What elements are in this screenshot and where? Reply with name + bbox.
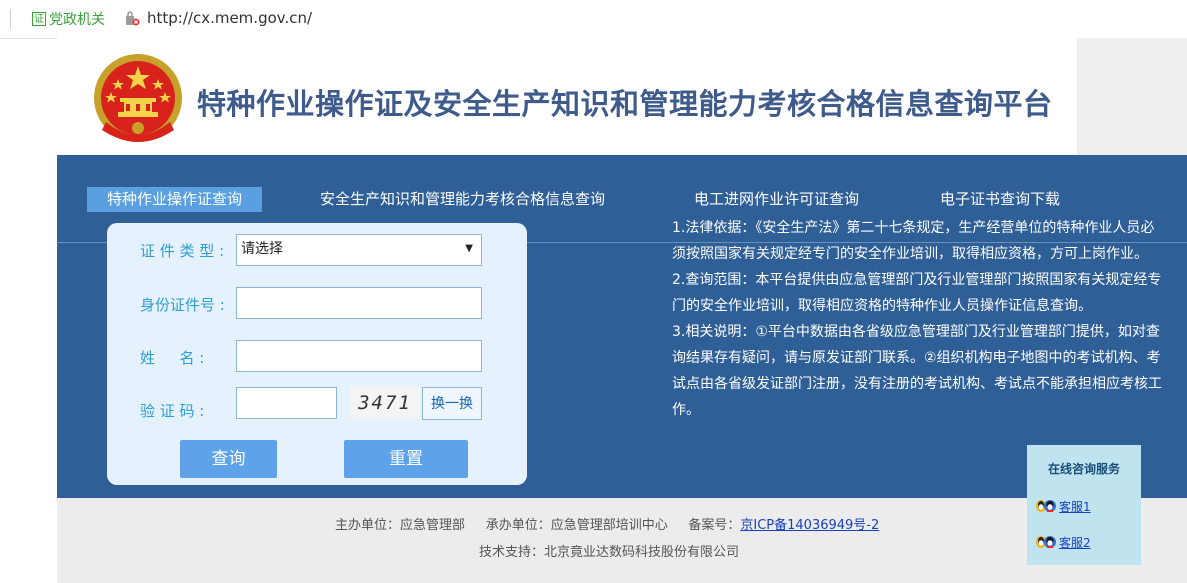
id-number-label: 身份证件号 : xyxy=(140,296,225,314)
national-emblem-icon xyxy=(94,54,182,142)
captcha-input[interactable] xyxy=(236,387,337,419)
toolbar-separator xyxy=(10,9,11,29)
captcha-label: 验 证 码 : xyxy=(140,402,205,420)
page-title: 特种作业操作证及安全生产知识和管理能力考核合格信息查询平台 xyxy=(197,87,1053,121)
query-button[interactable]: 查询 xyxy=(180,440,277,478)
address-bar: 证 党政机关 http://cx.mem.gov.cn/ xyxy=(0,0,1187,39)
cert-type-value: 请选择 xyxy=(241,241,283,257)
header-side-panel xyxy=(1077,38,1187,155)
info-query-scope: 2.查询范围：本平台提供由应急管理部门及行业管理部门按照国家有关规定经专门的安全… xyxy=(672,272,1162,314)
page-footer: 主办单位：应急管理部 承办单位：应急管理部培训中心 备案号：京ICP备14036… xyxy=(57,498,1187,583)
footer-icp-label: 备案号： xyxy=(688,518,741,533)
cert-type-select[interactable]: 请选择 ▼ xyxy=(236,234,482,266)
tab-special-operation-cert[interactable]: 特种作业操作证查询 xyxy=(87,187,263,212)
online-service-panel: 在线咨询服务 客服1 客服2 xyxy=(1027,445,1141,565)
gov-badge-label: 党政机关 xyxy=(49,12,105,28)
service-agent-2[interactable]: 客服2 xyxy=(1035,533,1091,551)
service-agent-2-link[interactable]: 客服2 xyxy=(1059,534,1091,551)
url-text[interactable]: http://cx.mem.gov.cn/ xyxy=(147,9,312,27)
name-input[interactable] xyxy=(236,340,482,372)
tab-electrician-permit[interactable]: 电工进网作业许可证查询 xyxy=(694,187,859,212)
dropdown-arrow-icon: ▼ xyxy=(465,243,473,254)
insecure-site-icon[interactable] xyxy=(124,11,140,27)
name-label: 姓 名 : xyxy=(140,349,205,367)
footer-icp-link[interactable]: 京ICP备14036949号-2 xyxy=(740,518,879,533)
info-legal-basis: 1.法律依据：《安全生产法》第二十七条规定，生产经营单位的特种作业人员必须按照国… xyxy=(672,220,1155,262)
qq-chat-icon xyxy=(1036,536,1056,548)
footer-tech-support: 技术支持：北京竟业达数码科技股份有限公司 xyxy=(479,545,740,560)
tab-bar: 特种作业操作证查询 安全生产知识和管理能力考核合格信息查询 电工进网作业许可证查… xyxy=(57,185,1187,243)
cert-type-label: 证 件 类 型 : xyxy=(140,242,225,260)
gov-site-badge[interactable]: 证 党政机关 xyxy=(32,9,105,29)
info-notes-detail: 3.相关说明：①平台中数据由各省级应急管理部门及行业管理部门提供，如对查询结果存… xyxy=(672,324,1162,418)
reset-button[interactable]: 重置 xyxy=(344,440,468,478)
captcha-image[interactable]: 3471 xyxy=(350,387,420,419)
footer-sponsor: 主办单位：应急管理部 xyxy=(335,518,466,533)
service-agent-1[interactable]: 客服1 xyxy=(1035,497,1091,515)
tab-e-certificate-download[interactable]: 电子证书查询下载 xyxy=(940,187,1060,212)
info-notes: 1.法律依据：《安全生产法》第二十七条规定，生产经营单位的特种作业人员必须按照国… xyxy=(672,215,1162,423)
online-service-title: 在线咨询服务 xyxy=(1047,462,1120,476)
service-agent-1-link[interactable]: 客服1 xyxy=(1059,498,1091,515)
query-form: 证 件 类 型 : 请选择 ▼ 身份证件号 : 姓 名 : 验 证 码 : 34… xyxy=(107,223,527,485)
captcha-refresh-button[interactable]: 换一换 xyxy=(422,387,482,420)
id-number-input[interactable] xyxy=(236,287,482,319)
footer-organizer: 承办单位：应急管理部培训中心 xyxy=(485,518,668,533)
tab-safety-knowledge-assessment[interactable]: 安全生产知识和管理能力考核合格信息查询 xyxy=(320,187,605,212)
footer-credits: 主办单位：应急管理部 承办单位：应急管理部培训中心 备案号：京ICP备14036… xyxy=(335,514,879,533)
qq-chat-icon xyxy=(1036,500,1056,512)
main-panel: 特种作业操作证查询 安全生产知识和管理能力考核合格信息查询 电工进网作业许可证查… xyxy=(57,155,1187,498)
gov-badge-icon: 证 xyxy=(32,12,46,26)
